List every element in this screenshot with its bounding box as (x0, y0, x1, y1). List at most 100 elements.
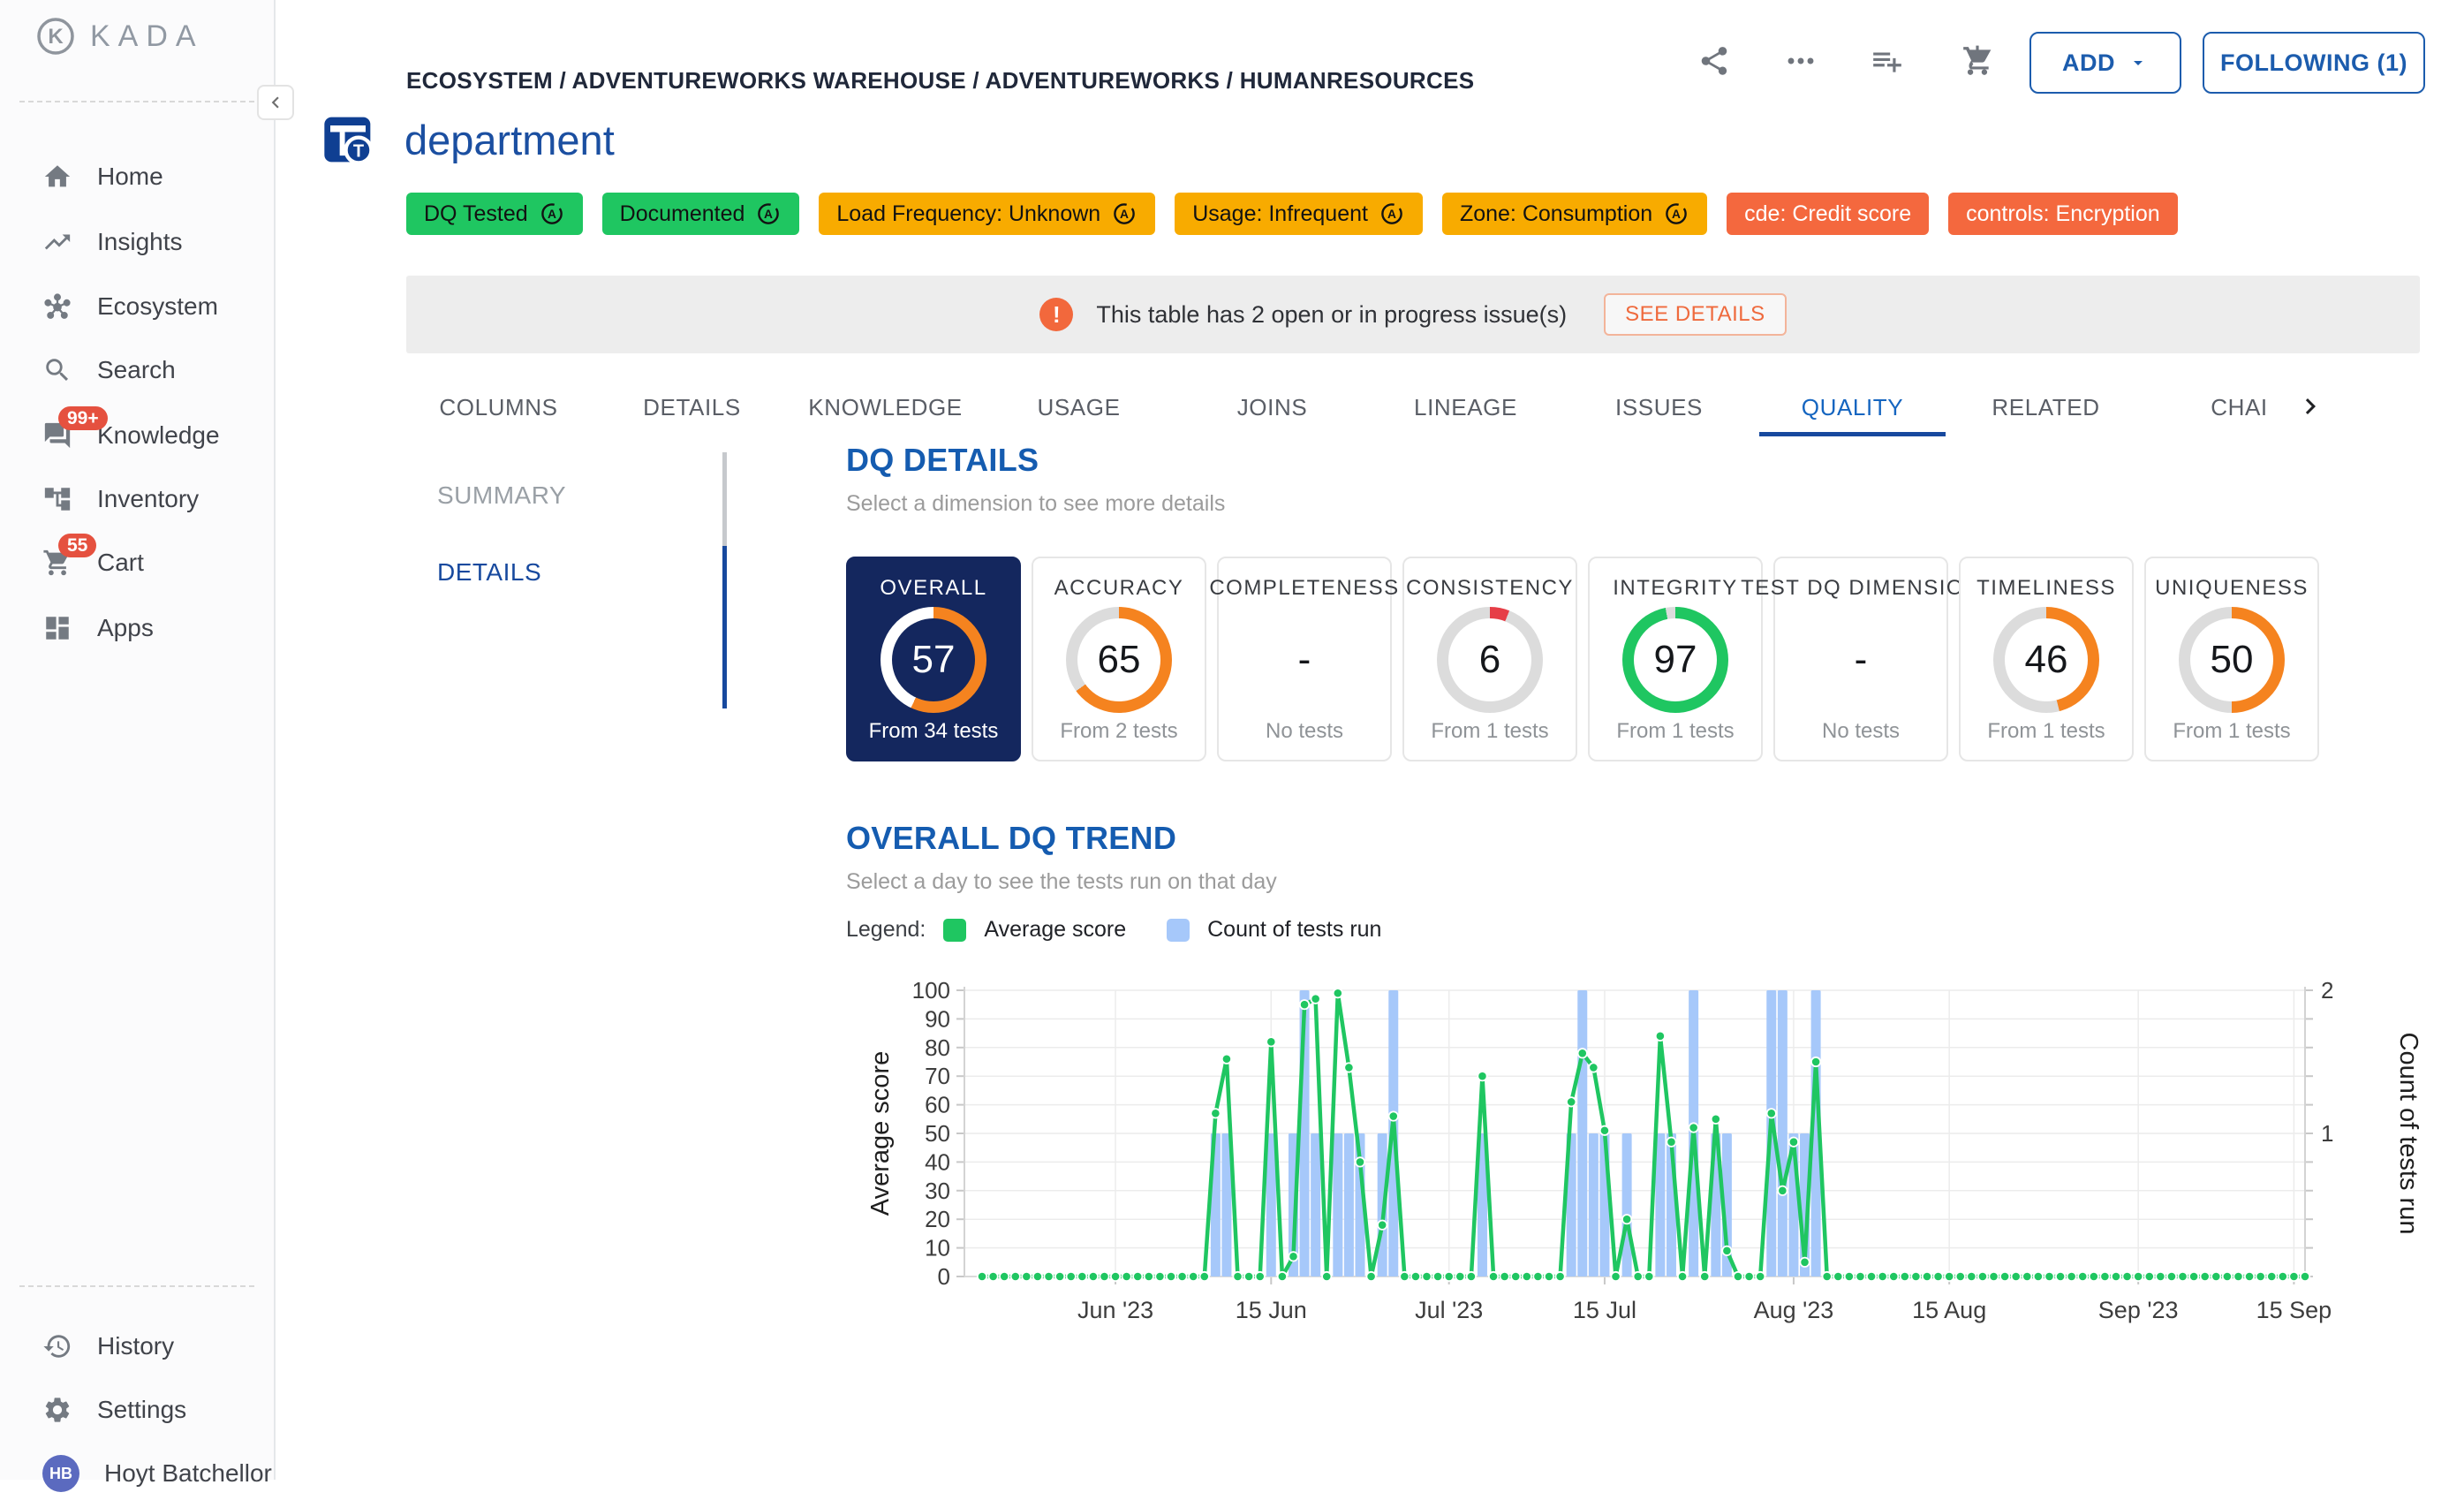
tag-cde[interactable]: cde: Credit score (1727, 193, 1929, 235)
dimension-card-overall[interactable]: OVERALL 57 From 34 tests (846, 557, 1021, 761)
sidebar-item-insights[interactable]: Insights (0, 216, 276, 269)
sidebar-item-knowledge[interactable]: 99+ Knowledge (0, 409, 276, 462)
dimension-card-timeliness[interactable]: TIMELINESS 46 From 1 tests (1959, 557, 2134, 761)
svg-text:Average score: Average score (866, 1051, 895, 1216)
sidebar-item-search[interactable]: Search (0, 344, 276, 397)
dimension-score: 6 (1479, 638, 1500, 682)
tabs-scroll-right-button[interactable] (2291, 387, 2330, 426)
dimension-card-accuracy[interactable]: ACCURACY 65 From 2 tests (1032, 557, 1206, 761)
dimension-score-donut: 46 (1993, 607, 2099, 713)
add-to-cart-icon[interactable] (1961, 44, 1994, 78)
tag-label: Documented (620, 201, 745, 227)
svg-text:T: T (353, 141, 364, 161)
sidebar-item-settings[interactable]: Settings (0, 1383, 276, 1436)
svg-text:90: 90 (925, 1005, 950, 1032)
sidebar-item-label: Search (97, 356, 176, 384)
tag-label: Usage: Infrequent (1192, 201, 1368, 227)
sidebar-collapse-button[interactable] (257, 85, 294, 120)
entity-tabs: COLUMNS DETAILS KNOWLEDGE USAGE JOINS LI… (402, 378, 2279, 436)
share-icon[interactable] (1697, 44, 1731, 78)
dimension-label: INTEGRITY (1613, 576, 1738, 601)
subnav-summary[interactable]: SUMMARY (437, 481, 566, 510)
average-score-dots[interactable] (978, 989, 2309, 1281)
sidebar-item-history[interactable]: History (0, 1320, 276, 1373)
caret-down-icon (2128, 52, 2149, 73)
sidebar-item-label: Apps (97, 614, 154, 642)
dq-trend-subtitle: Select a day to see the tests run on tha… (846, 869, 1277, 895)
svg-text:A: A (1387, 208, 1396, 221)
breadcrumb[interactable]: ECOSYSTEM / ADVENTUREWORKS WAREHOUSE / A… (406, 67, 1474, 95)
svg-text:15 Jul: 15 Jul (1573, 1297, 1636, 1323)
sidebar-item-inventory[interactable]: Inventory (0, 473, 276, 526)
auto-badge-icon: A (539, 201, 565, 227)
see-details-button[interactable]: SEE DETAILS (1604, 293, 1786, 336)
sidebar-item-label: Inventory (97, 485, 199, 513)
user-name: Hoyt Batchellor (104, 1459, 272, 1488)
history-icon (42, 1331, 72, 1361)
dimension-score-donut: - (1808, 607, 1914, 713)
svg-text:15 Jun: 15 Jun (1236, 1297, 1307, 1323)
sidebar-item-label: Home (97, 163, 163, 191)
tab-lineage[interactable]: LINEAGE (1369, 378, 1562, 436)
chart-axis-labels: 010203040506070809010012Jun '2315 JunJul… (866, 977, 2422, 1323)
dimension-card-completeness[interactable]: COMPLETENESS - No tests (1217, 557, 1392, 761)
add-button[interactable]: ADD (2029, 32, 2181, 94)
following-button[interactable]: FOLLOWING (1) (2203, 32, 2425, 94)
dimension-card-integrity[interactable]: INTEGRITY 97 From 1 tests (1588, 557, 1763, 761)
dimension-card-consistency[interactable]: CONSISTENCY 6 From 1 tests (1402, 557, 1577, 761)
tag-zone[interactable]: Zone: Consumption A (1442, 193, 1707, 235)
tab-related[interactable]: RELATED (1949, 378, 2143, 436)
title-row: T department (320, 111, 615, 168)
sidebar-user[interactable]: HB Hoyt Batchellor (0, 1447, 276, 1500)
dimension-card-uniqueness[interactable]: UNIQUENESS 50 From 1 tests (2144, 557, 2319, 761)
tab-usage[interactable]: USAGE (982, 378, 1175, 436)
sidebar-item-label: Insights (97, 228, 183, 256)
tag-label: DQ Tested (424, 201, 528, 227)
sidebar-item-home[interactable]: Home (0, 150, 276, 203)
tag-dq-tested[interactable]: DQ Tested A (406, 193, 583, 235)
tab-details[interactable]: DETAILS (595, 378, 789, 436)
tag-documented[interactable]: Documented A (602, 193, 800, 235)
tab-joins[interactable]: JOINS (1175, 378, 1369, 436)
ecosystem-icon (42, 292, 72, 322)
dimension-label: UNIQUENESS (2155, 576, 2309, 601)
playlist-add-icon[interactable] (1871, 44, 1904, 78)
dimension-tests-label: From 1 tests (1987, 719, 2105, 744)
more-options-icon[interactable] (1784, 51, 1818, 85)
dimension-card-test-dq-dimension[interactable]: TEST DQ DIMENSION - No tests (1773, 557, 1948, 761)
issues-alert-banner: ! This table has 2 open or in progress i… (406, 276, 2420, 353)
dq-details-subtitle: Select a dimension to see more details (846, 491, 1225, 517)
tab-issues[interactable]: ISSUES (1562, 378, 1756, 436)
kada-logo-icon: K (35, 16, 76, 57)
svg-text:40: 40 (925, 1148, 950, 1175)
chart-grid (956, 987, 2313, 1284)
alert-icon: ! (1039, 298, 1073, 331)
tag-controls[interactable]: controls: Encryption (1948, 193, 2178, 235)
subnav-scrollbar-thumb[interactable] (722, 546, 727, 708)
tag-load-frequency[interactable]: Load Frequency: Unknown A (819, 193, 1155, 235)
knowledge-icon: 99+ (42, 420, 72, 451)
dimension-tests-label: From 1 tests (1616, 719, 1734, 744)
tag-usage[interactable]: Usage: Infrequent A (1175, 193, 1423, 235)
sidebar-item-ecosystem[interactable]: Ecosystem (0, 280, 276, 333)
tab-quality[interactable]: QUALITY (1756, 378, 1949, 436)
subnav-scrollbar[interactable] (722, 452, 727, 708)
sidebar-item-cart[interactable]: 55 Cart (0, 536, 276, 589)
dq-trend-chart[interactable]: 010203040506070809010012Jun '2315 JunJul… (846, 936, 2464, 1396)
brand-logo[interactable]: K KADA (35, 16, 204, 57)
subnav-details[interactable]: DETAILS (437, 558, 541, 587)
tab-columns[interactable]: COLUMNS (402, 378, 595, 436)
sidebar-item-label: Cart (97, 549, 144, 577)
dimension-score-donut: 97 (1622, 607, 1728, 713)
dimension-label: TEST DQ DIMENSION (1741, 576, 1981, 601)
tab-overflow-clipped[interactable]: CHAI (2143, 378, 2279, 436)
tag-label: cde: Credit score (1744, 201, 1911, 227)
sidebar-item-apps[interactable]: Apps (0, 602, 276, 655)
insights-icon (42, 227, 72, 257)
sidebar-item-label: Ecosystem (97, 292, 218, 321)
svg-text:0: 0 (938, 1263, 950, 1290)
tab-knowledge[interactable]: KNOWLEDGE (789, 378, 982, 436)
svg-text:1: 1 (2321, 1120, 2333, 1147)
dimension-tests-label: From 34 tests (869, 719, 999, 744)
knowledge-badge: 99+ (58, 406, 108, 430)
